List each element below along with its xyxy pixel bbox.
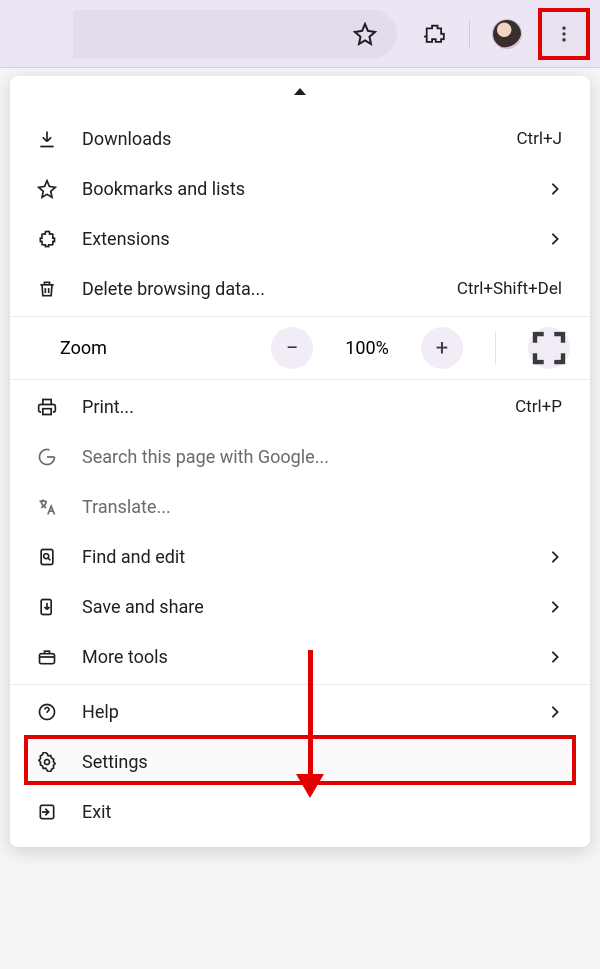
menu-item-label: Search this page with Google... <box>82 447 562 468</box>
menu-item-save-and-share[interactable]: Save and share <box>10 582 590 632</box>
menu-item-shortcut: Ctrl+Shift+Del <box>457 279 562 299</box>
zoom-value: 100% <box>337 338 397 359</box>
trash-icon <box>36 278 58 300</box>
fullscreen-button[interactable] <box>528 327 570 369</box>
share-icon <box>36 596 58 618</box>
google-icon <box>36 446 58 468</box>
extension-icon <box>36 228 58 250</box>
menu-item-more-tools[interactable]: More tools <box>10 632 590 682</box>
menu-item-label: Exit <box>82 802 562 823</box>
chevron-right-icon <box>548 232 562 246</box>
menu-item-label: Find and edit <box>82 547 524 568</box>
find-icon <box>36 546 58 568</box>
exit-icon <box>36 801 58 823</box>
menu-item-label: Delete browsing data... <box>82 279 433 300</box>
menu-item-print[interactable]: Print... Ctrl+P <box>10 382 590 432</box>
toolbar-divider <box>469 20 470 48</box>
chevron-right-icon <box>548 600 562 614</box>
menu-item-settings[interactable]: Settings <box>10 737 590 787</box>
address-bar-end <box>73 10 397 58</box>
menu-item-label: Downloads <box>82 129 492 150</box>
print-icon <box>36 396 58 418</box>
menu-item-help[interactable]: Help <box>10 687 590 737</box>
menu-item-label: Bookmarks and lists <box>82 179 524 200</box>
star-icon[interactable] <box>353 22 377 46</box>
menu-item-label: Settings <box>82 752 562 773</box>
menu-item-delete-browsing-data[interactable]: Delete browsing data... Ctrl+Shift+Del <box>10 264 590 314</box>
extension-icon[interactable] <box>423 22 447 46</box>
settings-icon <box>36 751 58 773</box>
menu-zoom-row: Zoom − 100% + <box>10 319 590 377</box>
menu-scroll-up-icon[interactable] <box>294 88 306 95</box>
zoom-in-button[interactable]: + <box>421 327 463 369</box>
toolbox-icon <box>36 646 58 668</box>
browser-toolbar <box>0 0 600 68</box>
menu-item-translate: Translate... <box>10 482 590 532</box>
menu-item-find-and-edit[interactable]: Find and edit <box>10 532 590 582</box>
menu-item-label: Translate... <box>82 497 562 518</box>
chrome-main-menu: Downloads Ctrl+J Bookmarks and lists Extens… <box>10 76 590 847</box>
menu-item-label: More tools <box>82 647 524 668</box>
menu-item-extensions[interactable]: Extensions <box>10 214 590 264</box>
zoom-divider <box>495 331 496 365</box>
star-icon <box>36 178 58 200</box>
menu-item-exit[interactable]: Exit <box>10 787 590 837</box>
chevron-right-icon <box>548 705 562 719</box>
menu-item-label: Extensions <box>82 229 524 250</box>
chevron-right-icon <box>548 650 562 664</box>
menu-item-label: Print... <box>82 397 491 418</box>
zoom-out-button[interactable]: − <box>271 327 313 369</box>
menu-item-shortcut: Ctrl+P <box>515 397 562 417</box>
menu-item-label: Save and share <box>82 597 524 618</box>
avatar[interactable] <box>492 19 522 49</box>
kebab-menu-button[interactable] <box>540 10 588 58</box>
zoom-label: Zoom <box>60 338 247 359</box>
menu-item-label: Help <box>82 702 524 723</box>
help-icon <box>36 701 58 723</box>
menu-item-search-this-page-with-google: Search this page with Google... <box>10 432 590 482</box>
chevron-right-icon <box>548 550 562 564</box>
download-icon <box>36 128 58 150</box>
translate-icon <box>36 496 58 518</box>
chevron-right-icon <box>548 182 562 196</box>
menu-item-bookmarks-and-lists[interactable]: Bookmarks and lists <box>10 164 590 214</box>
menu-item-shortcut: Ctrl+J <box>516 129 562 149</box>
menu-item-downloads[interactable]: Downloads Ctrl+J <box>10 114 590 164</box>
